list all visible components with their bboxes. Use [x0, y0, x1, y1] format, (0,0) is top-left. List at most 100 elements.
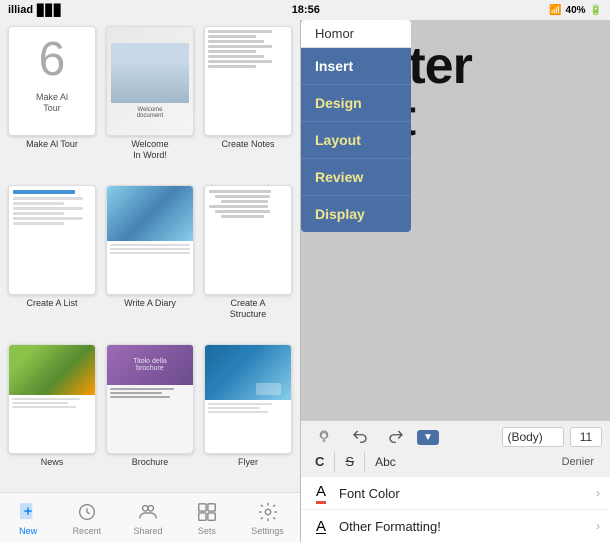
diary-img: [107, 186, 193, 241]
dropdown-item-design[interactable]: Design: [301, 85, 411, 122]
list-row-1: [13, 197, 83, 200]
tab-recent[interactable]: Recent: [73, 500, 102, 536]
diary-line-2: [110, 248, 190, 250]
structure-block-6: [221, 215, 264, 218]
list-row-5: [13, 217, 83, 220]
left-panel: 6 Make AlTour Make Al Tour Welcomedocume…: [0, 20, 300, 542]
dropdown-arrow-button[interactable]: ▼: [417, 430, 439, 445]
list-row-4: [13, 212, 64, 215]
tab-bar: New Recent: [0, 492, 300, 542]
dropdown-item-display[interactable]: Display: [301, 196, 411, 232]
template-item-flyer[interactable]: Flyer: [202, 344, 294, 486]
notes-line-7: [208, 60, 272, 63]
template-thumb-news: [8, 344, 96, 454]
number-6: 6: [39, 32, 66, 87]
undo-button[interactable]: [345, 425, 375, 449]
template-item-make-al-tour[interactable]: 6 Make AlTour Make Al Tour: [6, 26, 98, 179]
template-item-diary[interactable]: Write A Diary: [104, 185, 196, 338]
template-thumb-brochure: Titolo dellabrochure: [106, 344, 194, 454]
format-divider-2: [364, 452, 365, 472]
template-label-notes: Create Notes: [221, 139, 274, 150]
tab-shared[interactable]: Shared: [133, 500, 162, 536]
diary-line-1: [110, 244, 190, 246]
structure-block-4: [209, 205, 268, 208]
list-row-6: [13, 222, 64, 225]
flyer-preview: [205, 345, 291, 453]
diary-preview: [107, 186, 193, 294]
news-img: [9, 345, 95, 395]
template-thumb-make-al-tour: 6 Make AlTour: [8, 26, 96, 136]
notes-line-4: [208, 45, 272, 48]
make-al-tour-text: Make AlTour: [36, 92, 68, 115]
tab-settings-label: Settings: [251, 526, 284, 536]
new-icon: [16, 500, 40, 524]
template-label-brochure: Brochure: [132, 457, 169, 468]
time-label: 18:56: [292, 4, 320, 16]
format-divider-1: [334, 452, 335, 472]
other-formatting-label: Other Formatting!: [339, 519, 588, 534]
structure-block-3: [221, 200, 268, 203]
template-item-create-notes[interactable]: Create Notes: [202, 26, 294, 179]
notes-line-6: [208, 55, 264, 58]
diary-lines: [107, 241, 193, 259]
notes-line-2: [208, 35, 256, 38]
font-color-row[interactable]: A Font Color ›: [301, 476, 610, 509]
tab-new[interactable]: New: [16, 500, 40, 536]
dropdown-item-layout[interactable]: Layout: [301, 122, 411, 159]
template-item-news[interactable]: News: [6, 344, 98, 486]
flyer-line-2: [208, 407, 260, 409]
template-thumb-structure: [204, 185, 292, 295]
notes-preview: [205, 27, 291, 135]
tab-recent-label: Recent: [73, 526, 102, 536]
wifi-icon: 📶: [549, 5, 561, 16]
list-row-2: [13, 202, 64, 205]
template-thumb-list: [8, 185, 96, 295]
template-item-create-list[interactable]: Create A List: [6, 185, 98, 338]
toolbar-row-1: ▼ (Body) 11: [309, 425, 602, 449]
font-name-selector[interactable]: (Body): [502, 427, 564, 447]
news-preview: [9, 345, 95, 453]
flyer-img: [205, 345, 291, 400]
welcome-img: [111, 43, 189, 103]
template-label-structure: Create AStructure: [230, 298, 267, 320]
font-size-selector[interactable]: 11: [570, 427, 602, 447]
flyer-line-3: [208, 411, 268, 413]
status-left: illiad ▊▊▊: [8, 4, 62, 17]
notes-line-3: [208, 40, 264, 43]
template-item-structure[interactable]: Create AStructure: [202, 185, 294, 338]
other-formatting-icon: A: [311, 516, 331, 536]
bold-button[interactable]: C: [309, 451, 330, 472]
structure-block-1: [209, 190, 271, 193]
notes-line-8: [208, 65, 256, 68]
status-right: 📶 40% 🔋: [549, 5, 602, 16]
structure-block-2: [215, 195, 270, 198]
doc-area[interactable]: Poster Test Homor Insert Design Layout R…: [301, 20, 610, 420]
notes-line-5: [208, 50, 256, 53]
news-line-1: [12, 398, 80, 400]
font-color-chevron-icon: ›: [596, 486, 600, 500]
lightbulb-button[interactable]: [309, 425, 339, 449]
tab-sets[interactable]: Sets: [195, 500, 219, 536]
template-thumb-diary: [106, 185, 194, 295]
other-formatting-row[interactable]: A Other Formatting! ›: [301, 509, 610, 542]
template-item-brochure[interactable]: Titolo dellabrochure Brochure: [104, 344, 196, 486]
signal-icon: ▊▊▊: [37, 4, 62, 17]
news-line-3: [12, 406, 76, 408]
structure-block-5: [215, 210, 270, 213]
settings-icon: [256, 500, 280, 524]
main-container: 6 Make AlTour Make Al Tour Welcomedocume…: [0, 20, 610, 542]
redo-button[interactable]: [381, 425, 411, 449]
dropdown-item-insert[interactable]: Insert: [301, 48, 411, 85]
dropdown-item-review[interactable]: Review: [301, 159, 411, 196]
template-label-make-al-tour: Make Al Tour: [26, 139, 78, 150]
structure-preview: [205, 186, 291, 294]
tab-settings[interactable]: Settings: [251, 500, 284, 536]
abc-button[interactable]: Abc: [369, 452, 402, 472]
strikethrough-button[interactable]: S: [339, 451, 360, 472]
dropdown-overlay: Homor Insert Design Layout Review Displa…: [301, 20, 411, 232]
other-formatting-chevron-icon: ›: [596, 519, 600, 533]
diary-line-3: [110, 252, 190, 254]
template-item-welcome[interactable]: Welcomedocument WelcomeIn Word!: [104, 26, 196, 179]
denier-label: Denier: [562, 456, 602, 468]
brochure-preview: Titolo dellabrochure: [107, 345, 193, 453]
